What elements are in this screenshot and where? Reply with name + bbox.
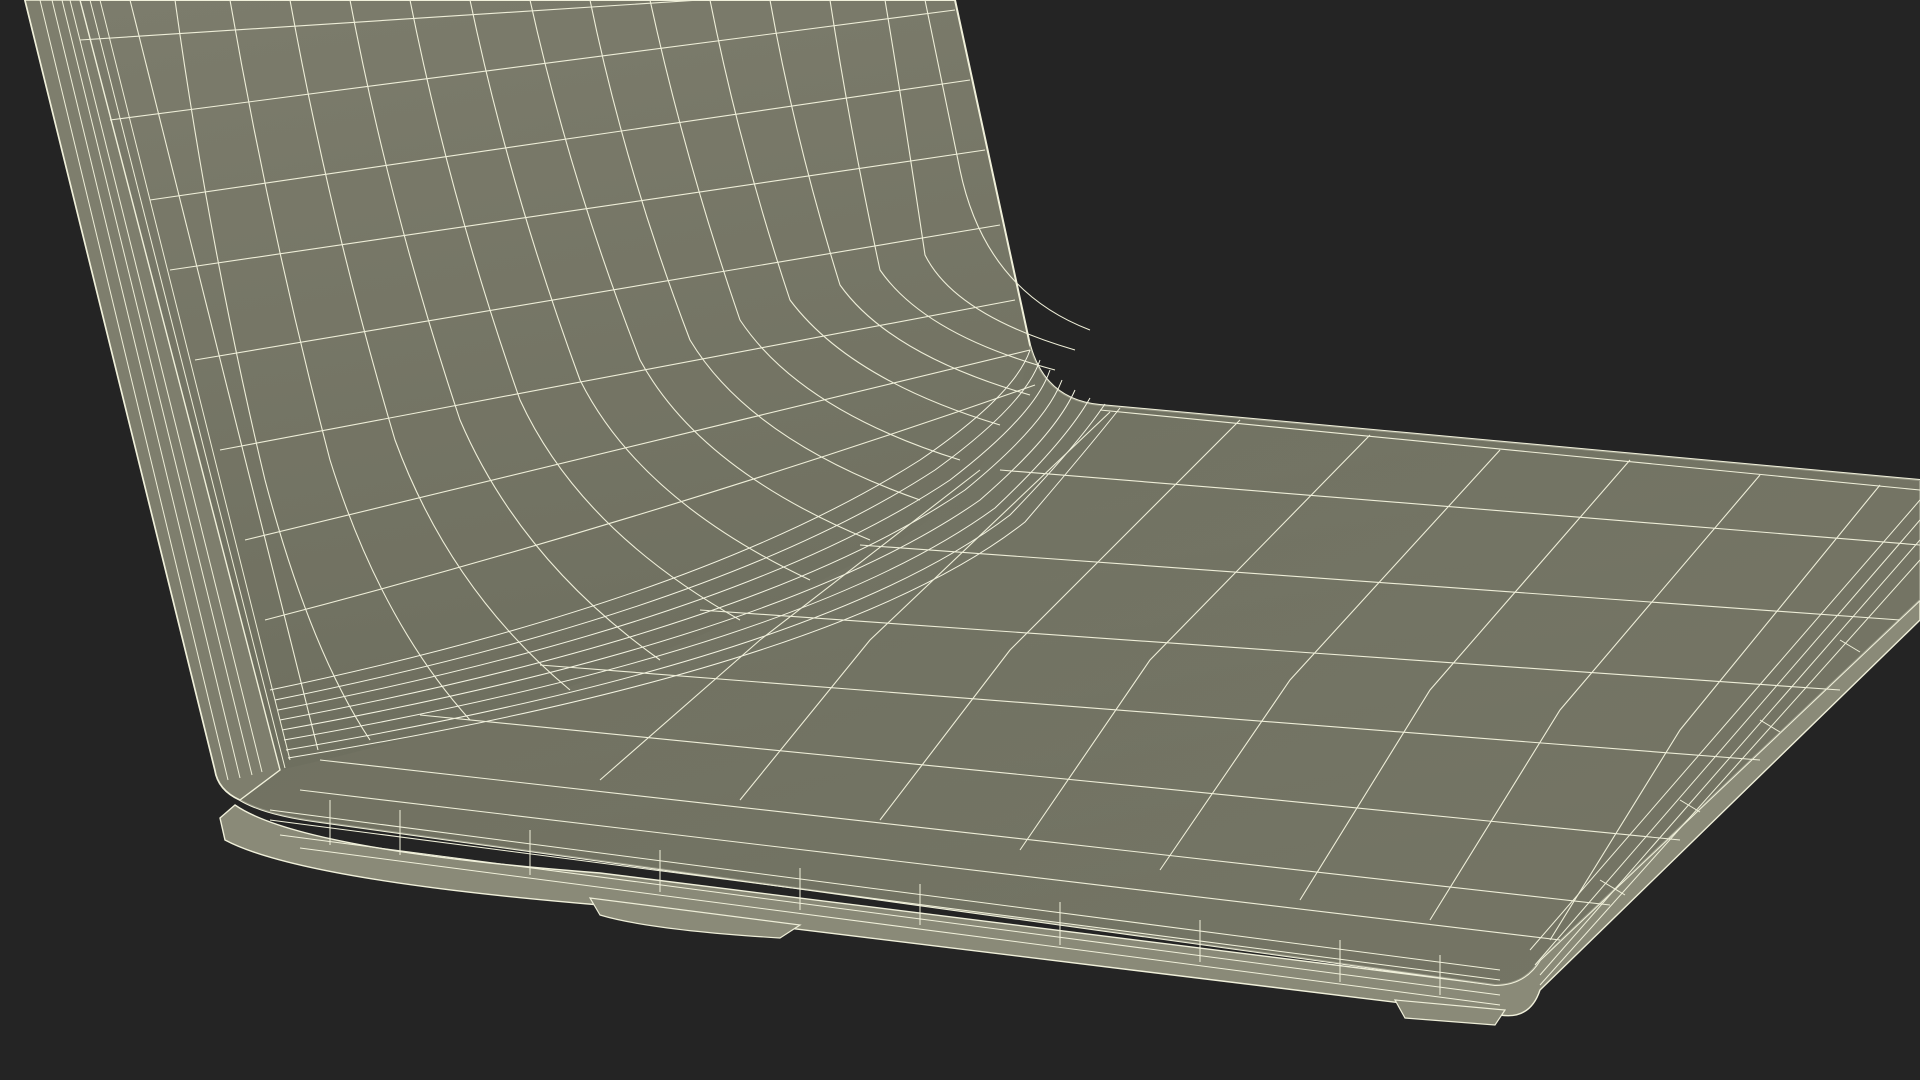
render-viewport	[0, 0, 1920, 1080]
laptop-wireframe-render	[23, 0, 1920, 1026]
